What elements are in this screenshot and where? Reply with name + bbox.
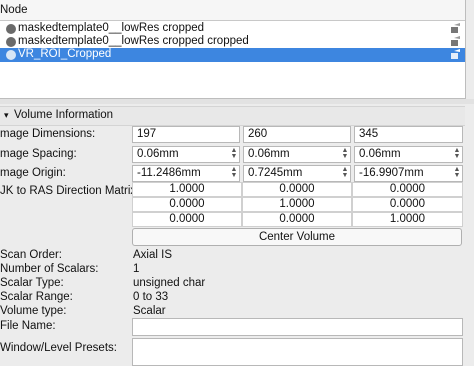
scan-order-value: Axial IS xyxy=(133,249,172,261)
scalar-range-label: Scalar Range: xyxy=(0,291,73,303)
matrix-cell: 0.0000 xyxy=(352,197,463,212)
image-spacing-i-spinbox[interactable]: 0.06mm ▲ ▼ xyxy=(132,146,240,163)
scalar-range-value: 0 to 33 xyxy=(133,291,169,303)
field-value: 345 xyxy=(359,128,379,140)
field-value: 0.06mm xyxy=(137,148,179,160)
volume-node-icon xyxy=(6,50,16,60)
edit-node-icon[interactable] xyxy=(450,23,461,34)
matrix-cell: 0.0000 xyxy=(242,182,352,197)
spin-arrows-icon[interactable]: ▲ ▼ xyxy=(453,147,461,161)
window-level-presets-label: Window/Level Presets: xyxy=(0,342,117,354)
number-of-scalars-label: Number of Scalars: xyxy=(0,263,99,275)
spin-arrows-icon[interactable]: ▲ ▼ xyxy=(453,166,461,180)
spin-arrows-icon[interactable]: ▲ ▼ xyxy=(230,147,238,161)
image-spacing-j-spinbox[interactable]: 0.06mm ▲ ▼ xyxy=(243,146,351,163)
node-row-label: maskedtemplate0__lowRes cropped xyxy=(18,22,205,34)
scalar-type-value: unsigned char xyxy=(133,277,206,289)
volume-node-icon xyxy=(6,37,16,47)
node-row[interactable]: maskedtemplate0__lowRes cropped xyxy=(0,22,465,36)
field-value: -16.9907mm xyxy=(359,167,424,179)
node-row-label: VR_ROI_Cropped xyxy=(18,48,112,60)
node-column-header[interactable]: Node xyxy=(0,0,465,21)
image-origin-k-spinbox[interactable]: -16.9907mm ▲ ▼ xyxy=(354,165,463,182)
file-name-label: File Name: xyxy=(0,320,56,332)
ijk-to-ras-label: JK to RAS Direction Matrix: xyxy=(0,185,140,197)
spin-arrows-icon[interactable]: ▲ ▼ xyxy=(341,166,349,180)
image-origin-j-spinbox[interactable]: 0.7245mm ▲ ▼ xyxy=(243,165,351,182)
image-dimensions-k-field[interactable]: 345 xyxy=(354,126,463,143)
matrix-cell: 1.0000 xyxy=(352,212,463,227)
section-title: Volume Information xyxy=(14,109,114,121)
image-origin-i-spinbox[interactable]: -11.2486mm ▲ ▼ xyxy=(132,165,240,182)
window-level-presets-box[interactable] xyxy=(132,338,463,366)
scan-order-label: Scan Order: xyxy=(0,249,62,261)
matrix-cell: 0.0000 xyxy=(352,182,463,197)
matrix-cell: 0.0000 xyxy=(132,197,242,212)
volume-node-icon xyxy=(6,24,16,34)
node-list-panel: Node maskedtemplate0__lowRes cropped mas… xyxy=(0,0,466,99)
volume-information-header[interactable]: ▾ Volume Information xyxy=(0,106,465,126)
field-value: 0.7245mm xyxy=(248,167,303,179)
volume-type-value: Scalar xyxy=(133,305,166,317)
node-row-selected[interactable]: VR_ROI_Cropped xyxy=(0,48,465,62)
matrix-cell: 1.0000 xyxy=(132,182,242,197)
number-of-scalars-value: 1 xyxy=(133,263,140,275)
collapse-arrow-icon: ▾ xyxy=(4,110,9,120)
edit-node-icon[interactable] xyxy=(450,49,461,60)
spin-arrows-icon[interactable]: ▲ ▼ xyxy=(230,166,238,180)
matrix-cell: 0.0000 xyxy=(132,212,242,227)
node-column-header-label: Node xyxy=(0,4,28,16)
node-row-label: maskedtemplate0__lowRes cropped cropped xyxy=(18,35,249,47)
field-value: 260 xyxy=(248,128,268,140)
edit-node-icon[interactable] xyxy=(450,36,461,47)
image-spacing-k-spinbox[interactable]: 0.06mm ▲ ▼ xyxy=(354,146,463,163)
field-value: -11.2486mm xyxy=(137,167,201,179)
image-origin-label: mage Origin: xyxy=(0,167,66,179)
field-value: 197 xyxy=(137,128,157,140)
field-value: 0.06mm xyxy=(248,148,290,160)
scalar-type-label: Scalar Type: xyxy=(0,277,64,289)
image-dimensions-label: mage Dimensions: xyxy=(0,128,96,140)
image-spacing-label: mage Spacing: xyxy=(0,148,77,160)
image-dimensions-i-field[interactable]: 197 xyxy=(132,126,240,143)
matrix-cell: 1.0000 xyxy=(242,197,352,212)
volume-type-label: Volume type: xyxy=(0,305,67,317)
matrix-cell: 0.0000 xyxy=(242,212,352,227)
image-dimensions-j-field[interactable]: 260 xyxy=(243,126,351,143)
node-row[interactable]: maskedtemplate0__lowRes cropped cropped xyxy=(0,35,465,49)
panel-splitter[interactable] xyxy=(0,99,474,104)
center-volume-button[interactable]: Center Volume xyxy=(132,228,462,246)
spin-arrows-icon[interactable]: ▲ ▼ xyxy=(341,147,349,161)
file-name-field[interactable] xyxy=(132,318,463,336)
field-value: 0.06mm xyxy=(359,148,401,160)
